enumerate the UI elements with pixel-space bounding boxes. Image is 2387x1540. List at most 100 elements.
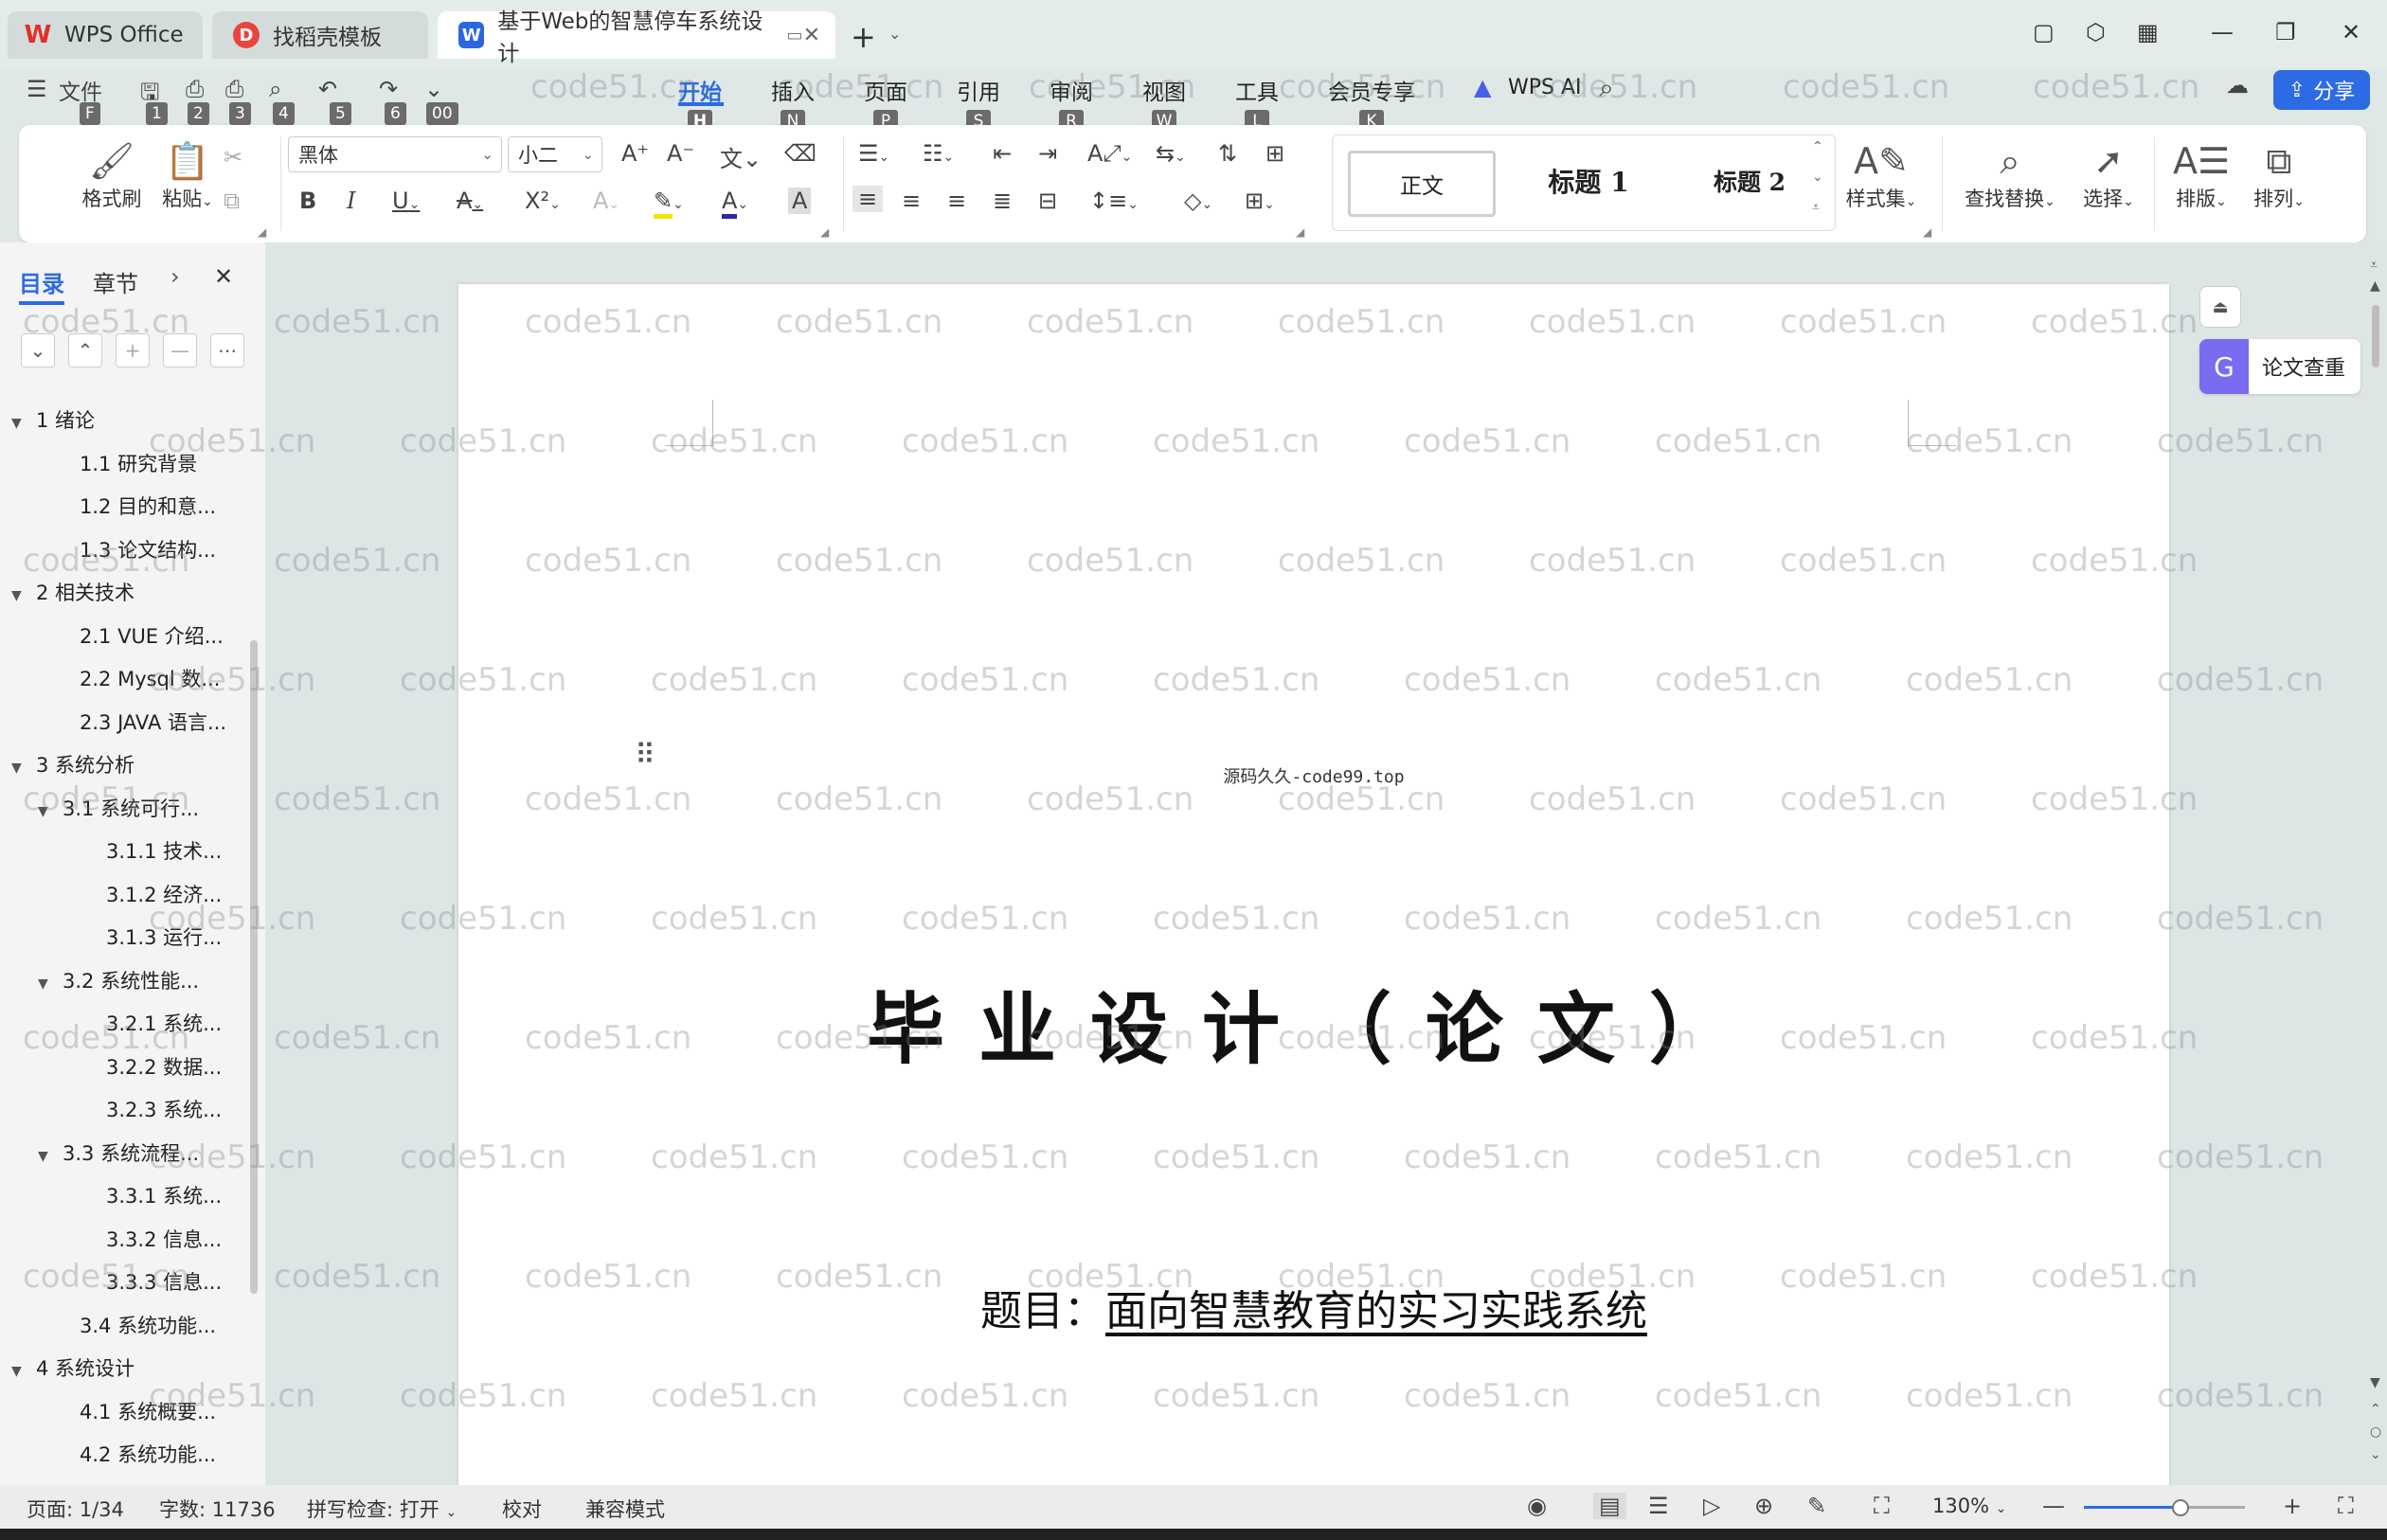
char-shading-icon[interactable]: A bbox=[788, 188, 812, 214]
tab-page[interactable]: 页面 P bbox=[864, 74, 907, 133]
close-icon[interactable]: ✕ bbox=[214, 263, 233, 290]
text-effect-icon[interactable]: A⌄ bbox=[593, 188, 619, 214]
toc-options-button[interactable]: ⋯ bbox=[210, 333, 244, 367]
fit-page-icon[interactable]: ⛶ bbox=[1874, 1493, 1890, 1519]
collapse-all-button[interactable]: ⌄ bbox=[21, 333, 55, 367]
expand-arrow-icon[interactable]: ▼ bbox=[11, 416, 25, 431]
copy-icon[interactable]: ⧉ bbox=[224, 188, 240, 214]
underline-icon[interactable]: U⌄ bbox=[392, 188, 420, 214]
toc-item[interactable]: 1.3 论文结构... bbox=[80, 535, 216, 564]
add-heading-button[interactable]: + bbox=[116, 333, 150, 367]
numbered-list-icon[interactable]: ☷⌄ bbox=[923, 140, 954, 167]
expand-arrow-icon[interactable]: ▼ bbox=[38, 1149, 51, 1164]
show-marks-icon[interactable]: ⊞ bbox=[1265, 140, 1284, 167]
expand-up-button[interactable]: ⌃ bbox=[68, 333, 102, 367]
nav-tab-toc[interactable]: 目录 bbox=[19, 265, 64, 298]
sort-direction-icon[interactable]: ⇆⌄ bbox=[1156, 140, 1186, 167]
style-normal[interactable]: 正文 bbox=[1348, 151, 1496, 217]
play-icon[interactable]: ▷ bbox=[1703, 1493, 1720, 1519]
export-pdf-icon[interactable]: ⎙ bbox=[186, 76, 204, 102]
scroll-top-icon[interactable]: ⩡ bbox=[2370, 258, 2378, 273]
line-spacing-icon[interactable]: ↕≡⌄ bbox=[1089, 188, 1139, 214]
nav-scrollbar[interactable] bbox=[250, 640, 258, 1294]
zoom-out-icon[interactable]: — bbox=[2042, 1493, 2065, 1519]
remove-heading-button[interactable]: — bbox=[163, 333, 197, 367]
next-page-icon[interactable]: ⌄ bbox=[2370, 1447, 2381, 1462]
toc-item[interactable]: ▼ 1 绪论 bbox=[11, 405, 95, 434]
cut-icon[interactable]: ✂ bbox=[224, 144, 242, 170]
chevron-right-icon[interactable]: › bbox=[170, 263, 180, 290]
toc-item[interactable]: 3.3.1 系统... bbox=[106, 1181, 222, 1209]
expand-gallery-icon[interactable]: ⩡ bbox=[1812, 200, 1820, 215]
pen-icon[interactable]: ✎ bbox=[1807, 1493, 1826, 1519]
style-heading-1[interactable]: 标题 1 bbox=[1513, 151, 1664, 211]
avatar[interactable]: ▦ bbox=[2137, 19, 2159, 45]
dialog-launcher-icon[interactable]: ◢ bbox=[258, 225, 266, 239]
toc-item[interactable]: 2.2 Mysql 数... bbox=[80, 664, 220, 692]
chevron-down-icon[interactable]: ⌄ bbox=[424, 76, 443, 102]
scroll-down-icon[interactable]: ▼ bbox=[2370, 1375, 2380, 1390]
collapse-panel-button[interactable]: ⏏ bbox=[2199, 286, 2241, 328]
toc-item[interactable]: ▼ 4 系统设计 bbox=[11, 1353, 135, 1382]
prev-page-icon[interactable]: ⌃ bbox=[2370, 1402, 2381, 1417]
bold-icon[interactable]: B bbox=[299, 188, 316, 214]
text-direction-icon[interactable]: A⤢⌄ bbox=[1087, 140, 1132, 167]
zoom-level[interactable]: 130% ⌄ bbox=[1932, 1495, 2006, 1517]
vertical-scrollbar[interactable]: ⩡ ▲ ▼ ⌃ ○ ⌄ bbox=[2366, 258, 2387, 1485]
toc-item[interactable]: 4.2 系统功能... bbox=[80, 1440, 216, 1468]
borders-icon[interactable]: ⊞⌄ bbox=[1245, 188, 1275, 214]
align-left-icon[interactable]: ≡ bbox=[852, 186, 884, 212]
select-browse-icon[interactable]: ○ bbox=[2370, 1424, 2381, 1440]
outline-view-icon[interactable]: ☰ bbox=[1648, 1493, 1669, 1519]
cube-icon[interactable]: ⬡ bbox=[2086, 19, 2106, 45]
font-size-select[interactable]: 小二 ⌄ bbox=[508, 136, 602, 172]
toc-item[interactable]: 3.2.1 系统... bbox=[106, 1009, 222, 1037]
style-heading-2[interactable]: 标题 2 bbox=[1674, 151, 1825, 211]
clear-format-icon[interactable]: ⌫ bbox=[784, 140, 817, 167]
cloud-icon[interactable]: ☁ bbox=[2226, 72, 2249, 98]
toc-item[interactable]: 2.3 JAVA 语言... bbox=[80, 707, 226, 736]
toc-item[interactable]: 3.1.2 经济... bbox=[106, 880, 222, 908]
toc-item[interactable]: 3.3.3 信息... bbox=[106, 1267, 222, 1296]
highlight-icon[interactable]: ✎⌄ bbox=[654, 188, 684, 219]
share-button[interactable]: ⇪ 分享 bbox=[2273, 70, 2370, 110]
expand-arrow-icon[interactable]: ▼ bbox=[11, 1364, 25, 1379]
scrollbar-thumb[interactable] bbox=[2372, 305, 2379, 367]
window-close-icon[interactable]: ✕ bbox=[2342, 19, 2360, 45]
format-painter-button[interactable]: 🖌 格式刷 bbox=[72, 140, 152, 212]
toc-item[interactable]: 2.1 VUE 介绍... bbox=[80, 621, 224, 650]
toc-item[interactable]: 3.2.2 数据... bbox=[106, 1052, 222, 1081]
decrease-indent-icon[interactable]: ⇤ bbox=[993, 140, 1012, 167]
expand-arrow-icon[interactable]: ▼ bbox=[11, 761, 25, 776]
find-replace-button[interactable]: ⌕ 查找替换⌄ bbox=[1955, 140, 2065, 212]
expand-arrow-icon[interactable]: ▼ bbox=[38, 976, 51, 992]
distribute-icon[interactable]: ⊟ bbox=[1038, 188, 1057, 214]
toc-item[interactable]: 3.1.1 技术... bbox=[106, 836, 222, 865]
print-icon[interactable]: ⎙ bbox=[225, 76, 243, 102]
arrange-button[interactable]: ⧉ 排列⌄ bbox=[2241, 140, 2317, 212]
toc-item[interactable]: 3.1.3 运行... bbox=[106, 922, 222, 951]
paste-button[interactable]: 📋 粘贴⌄ bbox=[148, 140, 227, 212]
toc-item[interactable]: ▼ 2 相关技术 bbox=[11, 578, 135, 606]
expand-arrow-icon[interactable]: ▼ bbox=[11, 588, 25, 603]
dialog-launcher-icon[interactable]: ◢ bbox=[1296, 225, 1304, 239]
zoom-in-icon[interactable]: + bbox=[2283, 1493, 2302, 1519]
page-view-icon[interactable]: ▤ bbox=[1593, 1493, 1626, 1519]
align-right-icon[interactable]: ≡ bbox=[947, 188, 966, 214]
justify-icon[interactable]: ≣ bbox=[993, 188, 1012, 214]
scroll-up-icon[interactable]: ▲ bbox=[2370, 278, 2380, 294]
font-name-select[interactable]: 黑体 ⌄ bbox=[288, 136, 502, 172]
search-icon[interactable]: ⌕ bbox=[1599, 72, 1614, 104]
font-color-icon[interactable]: A⌄ bbox=[722, 188, 748, 219]
tab-insert[interactable]: 插入 N bbox=[771, 74, 815, 133]
web-view-icon[interactable]: ⊕ bbox=[1754, 1493, 1773, 1519]
toc-item[interactable]: 1.2 目的和意... bbox=[80, 492, 216, 520]
toc-item[interactable]: 4.1 系统概要... bbox=[80, 1397, 216, 1425]
toc-item[interactable]: 1.1 研究背景 bbox=[80, 449, 197, 477]
align-center-icon[interactable]: ≡ bbox=[902, 188, 921, 214]
sort-icon[interactable]: ⇅ bbox=[1218, 140, 1237, 167]
layout-button[interactable]: A☰ 排版⌄ bbox=[2163, 140, 2239, 212]
chevron-up-icon[interactable]: ⌃ bbox=[1812, 139, 1823, 154]
chevron-down-icon[interactable]: ⌄ bbox=[888, 25, 901, 43]
shading-icon[interactable]: ◇⌄ bbox=[1184, 188, 1212, 214]
